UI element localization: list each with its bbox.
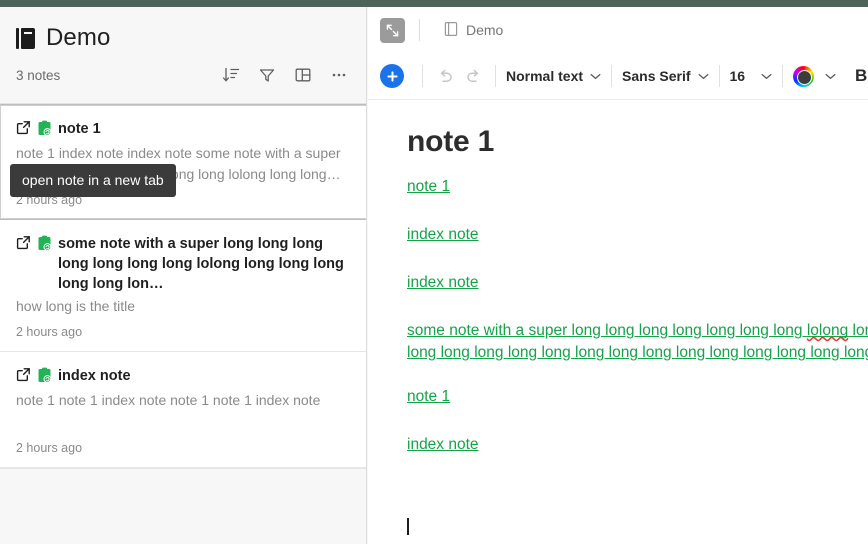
document-paragraph: index note (407, 434, 868, 456)
toolbar-divider (782, 65, 784, 87)
note-preview: note 1 note 1 index note note 1 note 1 i… (16, 392, 321, 408)
note-link[interactable]: index note (407, 274, 479, 291)
note-title: some note with a super long long long lo… (58, 236, 344, 292)
add-button[interactable] (380, 64, 404, 88)
chevron-down-icon (761, 73, 772, 79)
tab-demo[interactable]: Demo (436, 17, 511, 44)
note-preview: how long is the title (16, 298, 136, 314)
note-title-row: note 1 (16, 119, 351, 141)
sort-icon[interactable] (220, 64, 242, 86)
external-link-icon[interactable] (16, 367, 31, 387)
tabbar-divider (419, 19, 420, 41)
list-item[interactable]: some note with a super long long long lo… (0, 220, 366, 352)
toolbar-divider (718, 65, 720, 87)
toolbar-divider (422, 65, 423, 87)
font-size-value: 16 (729, 68, 746, 84)
editor-toolbar: Normal text Sans Serif 16 B I U (368, 53, 868, 100)
notebook-title: Demo (46, 24, 111, 51)
misspelled-word: lolong (806, 322, 849, 339)
top-accent-bar (0, 0, 868, 7)
document-paragraph: note 1 (407, 386, 868, 408)
tooltip: open note in a new tab (10, 164, 176, 197)
redo-icon[interactable] (459, 62, 487, 90)
link-text-before: some note with a super long long long lo… (407, 322, 807, 339)
note-title: note 1 (58, 121, 101, 137)
list-item[interactable]: note 1 note 1 index note index note some… (0, 104, 366, 220)
green-note-icon (37, 367, 52, 388)
notes-sidebar: Demo 3 notes note 1 note 1 index note in… (0, 7, 367, 544)
green-note-icon (37, 235, 52, 256)
tab-label: Demo (466, 22, 504, 38)
text-color-picker[interactable] (791, 63, 838, 90)
bold-button[interactable]: B (846, 62, 868, 90)
filter-icon[interactable] (256, 64, 278, 86)
note-timestamp: 2 hours ago (16, 441, 83, 455)
font-size-select[interactable]: 16 (728, 65, 775, 87)
chevron-down-icon (825, 73, 836, 79)
document-paragraph: note 1 (407, 176, 868, 198)
text-cursor (407, 518, 409, 535)
collapse-panel-icon[interactable] (380, 17, 405, 43)
note-title-row: index note (16, 366, 351, 388)
paragraph-style-select[interactable]: Normal text (504, 65, 603, 87)
note-link[interactable]: note 1 (407, 388, 450, 405)
note-link[interactable]: index note (407, 436, 479, 453)
external-link-icon[interactable] (16, 235, 31, 255)
text-color-icon (793, 65, 815, 87)
toolbar-divider (611, 65, 613, 87)
note-title: index note (58, 368, 131, 384)
document-paragraph: index note (407, 272, 868, 294)
layout-icon[interactable] (292, 64, 314, 86)
note-title-row: some note with a super long long long lo… (16, 234, 351, 294)
external-link-icon[interactable] (16, 120, 31, 140)
note-link[interactable]: index note (407, 226, 479, 243)
toolbar-divider (495, 65, 496, 87)
app-window: Demo 3 notes note 1 note 1 index note in… (0, 0, 868, 544)
more-options-icon[interactable] (328, 64, 350, 86)
note-link-long[interactable]: some note with a super long long long lo… (407, 322, 868, 361)
font-family-select[interactable]: Sans Serif (620, 65, 710, 87)
notebook-title-row: Demo (16, 21, 350, 55)
chevron-down-icon (698, 73, 708, 79)
note-list-empty-area (0, 468, 366, 544)
note-count-label: 3 notes (16, 67, 61, 83)
chevron-down-icon (590, 73, 601, 79)
sidebar-toolbar (220, 64, 350, 86)
list-item[interactable]: index note note 1 note 1 index note note… (0, 352, 366, 468)
notebook-tab-icon (444, 21, 458, 40)
green-note-icon (37, 120, 52, 141)
note-timestamp: 2 hours ago (16, 325, 83, 339)
document-paragraph: some note with a super long long long lo… (407, 320, 868, 364)
sidebar-header: Demo 3 notes (0, 7, 366, 92)
document-editor[interactable]: note 1 note 1 index note index note some… (368, 100, 868, 537)
document-title[interactable]: note 1 (407, 124, 868, 160)
editor-tabbar: Demo (368, 7, 868, 53)
font-family-value: Sans Serif (622, 68, 691, 84)
editor-pane: Demo Normal text Sans Serif 16 B note 1 … (368, 7, 868, 544)
paragraph-style-value: Normal text (506, 68, 584, 84)
notebook-icon (16, 27, 35, 49)
sidebar-subheader: 3 notes (16, 58, 350, 92)
undo-icon[interactable] (431, 62, 459, 90)
document-paragraph: index note (407, 224, 868, 246)
note-link[interactable]: note 1 (407, 178, 450, 195)
